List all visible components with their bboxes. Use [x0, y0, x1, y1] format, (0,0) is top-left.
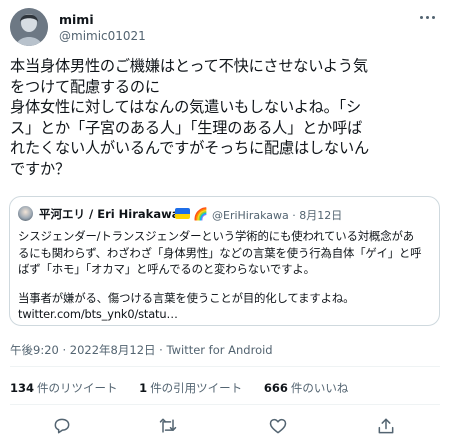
action-bar — [0, 412, 450, 442]
quotes-stat[interactable]: 1 件の引用ツイート — [139, 381, 242, 395]
tweet-line: ですか？ — [10, 159, 70, 178]
ukraine-flag-icon — [175, 208, 190, 219]
retweets-stat[interactable]: 134 件のリツイート — [10, 381, 118, 395]
quoted-tweet-text: シスジェンダー/トランスジェンダーという学術的にも使われている対概念があ るにも… — [18, 228, 436, 323]
likes-count: 666 — [263, 381, 288, 395]
avatar[interactable] — [10, 8, 48, 46]
divider — [10, 366, 440, 367]
quotes-count: 1 — [139, 381, 148, 395]
tweet-text: 本当身体男性のご機嫌はとって不快にさせないよう気 をつけて配慮するのに 身体女性… — [10, 56, 442, 179]
likes-label: 件のいいね — [290, 381, 349, 395]
retweets-label: 件のリツイート — [37, 381, 118, 395]
quoted-handle-date: @EriHirakawa · 8月12日 — [212, 209, 343, 222]
tweet-line: 身体女性に対してはなんの気遣いもしないよね。「シ — [10, 98, 362, 116]
quoted-tweet-header: 平河エリ / Eri Hirakawa 🌈 @EriHirakawa · 8月1… — [18, 206, 428, 222]
rainbow-icon: 🌈 — [193, 207, 208, 221]
tweet-stats: 134 件のリツイート 1 件の引用ツイート 666 件のいいね — [10, 380, 366, 396]
like-icon[interactable] — [268, 416, 288, 436]
tweet-header: mimi @mimic01021 — [10, 8, 440, 48]
share-icon[interactable] — [376, 416, 396, 436]
author-name[interactable]: mimi — [59, 12, 94, 27]
quotes-label: 件の引用ツイート — [150, 381, 243, 395]
quoted-line: るにも関わらず、わざわざ「身体男性」などの言葉を使う行為自体「ゲイ」と呼 — [18, 245, 422, 260]
quoted-avatar — [18, 206, 33, 221]
author-handle[interactable]: @mimic01021 — [59, 29, 146, 43]
more-icon[interactable] — [420, 12, 438, 24]
tweet-line: れたくない人がいるんですがそっちに配慮はしないん — [10, 139, 369, 157]
retweet-icon[interactable] — [158, 416, 178, 436]
quoted-link[interactable]: twitter.com/bts_ynk0/statu… — [18, 306, 436, 323]
quoted-line: 当事者が嫌がる、傷つける言葉を使うことが目的化してますよね。 — [18, 290, 355, 305]
reply-icon[interactable] — [52, 416, 72, 436]
quoted-line: シスジェンダー/トランスジェンダーという学術的にも使われている対概念があ — [18, 229, 414, 243]
quoted-author-name: 平河エリ / Eri Hirakawa — [39, 207, 180, 221]
tweet-timestamp[interactable]: 午後9:20 · 2022年8月12日 · Twitter for Androi… — [10, 342, 273, 358]
retweets-count: 134 — [10, 381, 35, 395]
quoted-line: ばず「ホモ」「オカマ」と呼んでるのと変わらないですよ。 — [18, 262, 315, 276]
quoted-line-gap — [18, 278, 436, 290]
tweet-line: 本当身体男性のご機嫌はとって不快にさせないよう気 — [10, 57, 368, 75]
divider — [10, 404, 440, 405]
tweet-line: ス」とか「子宮のある人」「生理のある人」とか呼ば — [10, 118, 363, 137]
likes-stat[interactable]: 666 件のいいね — [264, 381, 349, 395]
quoted-tweet[interactable]: 平河エリ / Eri Hirakawa 🌈 @EriHirakawa · 8月1… — [9, 196, 440, 326]
tweet-line: をつけて配慮するのに — [10, 77, 160, 96]
